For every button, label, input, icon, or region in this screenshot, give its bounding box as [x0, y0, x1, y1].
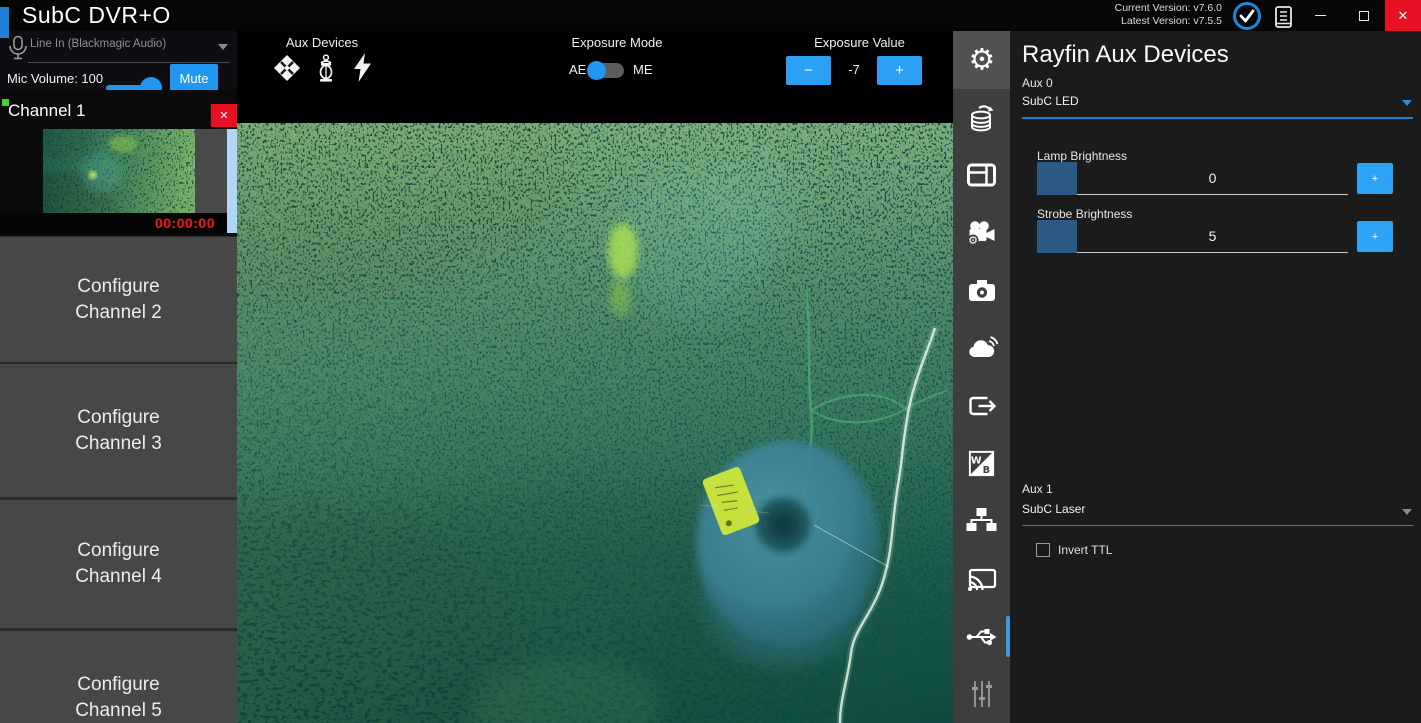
chevron-down-icon [1402, 100, 1412, 106]
latest-version: Latest Version: v7.5.5 [1115, 15, 1222, 28]
exposure-value-title: Exposure Value [792, 35, 927, 50]
close-window-button[interactable]: ✕ [1385, 0, 1421, 31]
strobe-brightness-value: 5 [1077, 228, 1348, 244]
audio-panel: Line In (Blackmagic Audio) Mic Volume: 1… [0, 31, 237, 90]
invert-ttl-label: Invert TTL [1058, 543, 1112, 557]
channel-1-close-button[interactable]: ✕ [211, 104, 237, 127]
maximize-button[interactable] [1346, 0, 1382, 31]
nav-storage-database-icon[interactable] [953, 89, 1010, 147]
configure-channel-5-label: Configure Channel 5 [60, 672, 178, 723]
lamp-brightness-decrease-button[interactable] [1037, 162, 1077, 195]
strobe-brightness-increase-button[interactable]: + [1357, 221, 1393, 252]
configure-channel-4-label: Configure Channel 4 [60, 538, 178, 590]
app-window: SubC DVR+O Current Version: v7.6.0 Lates… [0, 0, 1421, 723]
video-feed[interactable] [237, 90, 953, 723]
nav-white-balance-icon[interactable]: WB [953, 435, 1010, 493]
audio-input-select[interactable]: Line In (Blackmagic Audio) [30, 38, 218, 58]
svg-text:⚙: ⚙ [968, 43, 995, 77]
nav-rail: ⚙ ⚙ WB [953, 31, 1010, 723]
exposure-mode-toggle-row: AE ME [567, 59, 707, 83]
configure-channel-2-label: Configure Channel 2 [60, 274, 178, 326]
nav-layout-panels-icon[interactable] [953, 146, 1010, 204]
channel-1-label: Channel 1 [8, 101, 86, 121]
laser-diamond-icon[interactable] [271, 52, 303, 89]
nav-video-camera-settings-icon[interactable]: ⚙ [953, 204, 1010, 262]
maximize-icon [1359, 11, 1369, 21]
strobe-brightness-underline [1077, 252, 1348, 253]
strobe-brightness-label: Strobe Brightness [1037, 207, 1132, 221]
strobe-brightness-decrease-button[interactable] [1037, 220, 1077, 253]
lamp-brightness-increase-button[interactable]: + [1357, 163, 1393, 194]
titlebar: SubC DVR+O Current Version: v7.6.0 Lates… [0, 0, 1421, 31]
configure-channel-4-button[interactable]: Configure Channel 4 [0, 500, 237, 628]
current-version: Current Version: v7.6.0 [1115, 2, 1222, 15]
audio-input-underline [28, 62, 230, 63]
aux1-label: Aux 1 [1022, 482, 1053, 496]
chevron-down-icon [218, 44, 228, 50]
record-time-bar: 00:00:00 [0, 213, 227, 234]
manual-exposure-label: ME [633, 62, 653, 77]
aux1-device-value: SubC Laser [1022, 502, 1085, 516]
thumbnail-right-pad [195, 129, 227, 213]
nav-export-output-icon[interactable] [953, 377, 1010, 435]
audio-input-value: Line In (Blackmagic Audio) [30, 38, 166, 50]
update-check-icon[interactable] [1231, 0, 1262, 31]
release-notes-icon[interactable] [1269, 2, 1297, 30]
lamp-brightness-value: 0 [1077, 170, 1348, 186]
lamp-brightness-label: Lamp Brightness [1037, 149, 1127, 163]
nav-network-lan-icon[interactable] [953, 492, 1010, 550]
configure-channel-2-button[interactable]: Configure Channel 2 [0, 237, 237, 362]
nav-usb-devices-icon[interactable] [953, 608, 1010, 666]
nav-still-camera-icon[interactable] [953, 262, 1010, 320]
nav-settings-gear[interactable]: ⚙ [953, 31, 1010, 89]
aux0-label: Aux 0 [1022, 76, 1053, 90]
svg-text:B: B [983, 465, 990, 476]
aux0-device-select[interactable]: SubC LED [1022, 94, 1413, 108]
channel-1-thumbnail [43, 129, 195, 213]
configure-channel-5-button[interactable]: Configure Channel 5 [0, 631, 237, 723]
record-time: 00:00:00 [155, 215, 215, 231]
exposure-decrease-button[interactable]: − [786, 56, 831, 85]
exposure-mode-toggle[interactable] [589, 63, 624, 78]
channel-scrollbar[interactable] [227, 129, 237, 233]
lantern-icon[interactable] [313, 54, 339, 89]
version-info: Current Version: v7.6.0 Latest Version: … [1115, 2, 1222, 28]
exposure-increase-button[interactable]: + [877, 56, 922, 85]
nav-adjustment-sliders-icon[interactable] [953, 665, 1010, 723]
mute-button[interactable]: Mute [170, 64, 218, 92]
nav-cloud-upload-icon[interactable] [953, 319, 1010, 377]
minimize-button[interactable] [1302, 0, 1338, 31]
app-title: SubC DVR+O [22, 2, 171, 29]
channel-sidebar: Channel 1 ✕ [0, 90, 237, 723]
mic-volume-label: Mic Volume: 100 [7, 71, 103, 86]
channel-1-tile[interactable]: Channel 1 ✕ [0, 90, 237, 236]
panel-title: Rayfin Aux Devices [1022, 41, 1229, 69]
camera-toolbar: Aux Devices Exposure Mode AE ME Exposure… [237, 31, 953, 90]
aux1-select-underline [1022, 525, 1413, 526]
aux0-select-underline [1022, 117, 1413, 119]
minimize-icon [1315, 15, 1326, 16]
aux0-device-value: SubC LED [1022, 94, 1079, 108]
rayfin-aux-panel: Rayfin Aux Devices Aux 0 SubC LED Lamp B… [1010, 31, 1421, 723]
exposure-value: -7 [833, 62, 875, 77]
chevron-down-icon [1402, 509, 1412, 515]
exposure-mode-title: Exposure Mode [557, 35, 677, 50]
aux1-device-select[interactable]: SubC Laser [1022, 502, 1413, 516]
strobe-lightning-icon[interactable] [349, 52, 375, 89]
nav-screen-cast-icon[interactable] [953, 550, 1010, 608]
underwater-video-frame [237, 123, 953, 723]
title-accent-bar [0, 7, 9, 38]
microphone-icon [6, 35, 30, 67]
aux-devices-title: Aux Devices [257, 35, 387, 50]
svg-text:⚙: ⚙ [968, 234, 978, 247]
configure-channel-3-button[interactable]: Configure Channel 3 [0, 364, 237, 497]
auto-exposure-label: AE [569, 62, 586, 77]
svg-text:W: W [971, 456, 982, 467]
invert-ttl-checkbox[interactable] [1036, 543, 1050, 557]
configure-channel-3-label: Configure Channel 3 [60, 405, 178, 457]
lamp-brightness-underline [1077, 194, 1348, 195]
toggle-knob [587, 61, 606, 80]
